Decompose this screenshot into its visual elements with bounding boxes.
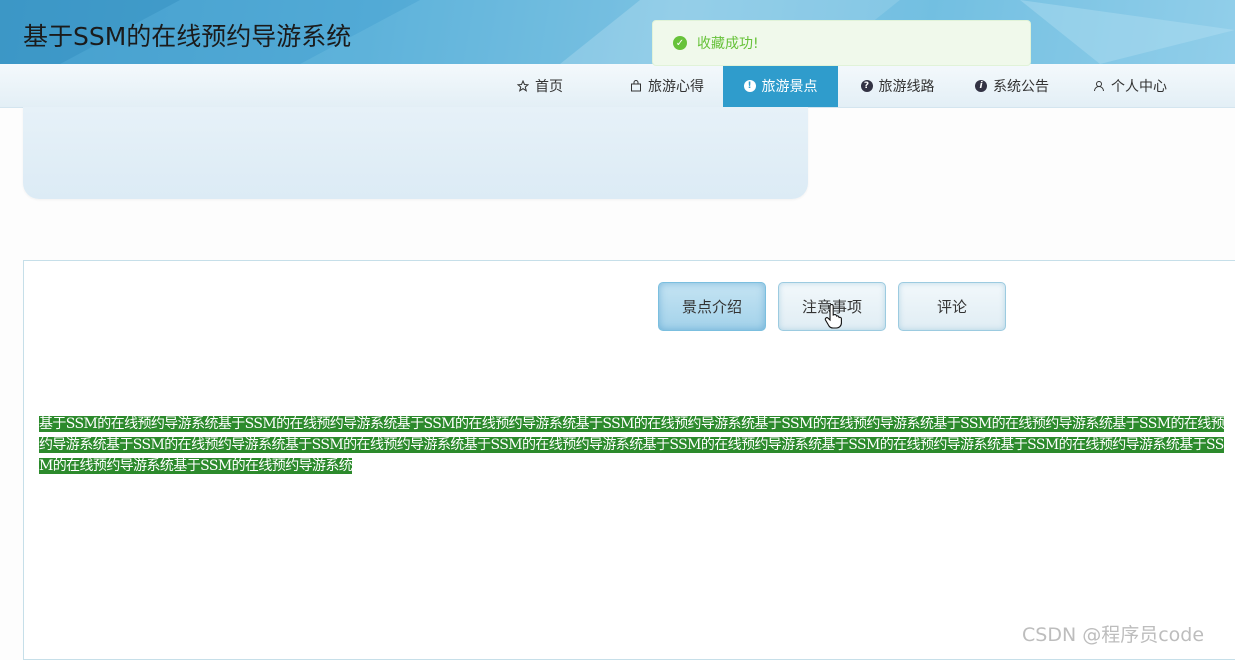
nav-item-travel-notes[interactable]: 旅游心得 [612, 64, 722, 107]
nav-item-user-center[interactable]: 个人中心 [1078, 64, 1182, 107]
info-circle-icon: i [975, 79, 987, 92]
bag-icon [630, 79, 642, 92]
selected-text: 基于SSM的在线预约导游系统基于SSM的在线预约导游系统基于SSM的在线预约导游… [39, 416, 1225, 474]
tab-introduction[interactable]: 景点介绍 [658, 282, 766, 331]
tab-label: 评论 [936, 298, 967, 316]
nav-item-announcements[interactable]: i 系统公告 [962, 64, 1062, 107]
user-icon [1093, 80, 1105, 92]
toast-message: 收藏成功! [697, 36, 759, 52]
alert-circle-icon: ! [743, 79, 756, 92]
banner-area [23, 107, 808, 199]
nav-item-label: 旅游景点 [761, 78, 818, 95]
success-toast: ✓ 收藏成功! [652, 20, 1031, 66]
nav-item-label: 个人中心 [1111, 78, 1167, 95]
main-nav: 首页 旅游心得 ! 旅游景点 ? 旅游线路 i 系统公告 个人中心 [0, 64, 1235, 108]
star-icon [517, 79, 529, 92]
tab-label: 景点介绍 [681, 298, 742, 316]
nav-item-label: 系统公告 [993, 78, 1049, 95]
nav-item-label: 旅游心得 [648, 78, 704, 95]
tab-comments[interactable]: 评论 [898, 282, 1006, 331]
nav-item-label: 首页 [535, 78, 563, 95]
nav-item-label: 旅游线路 [878, 78, 935, 95]
nav-item-attractions[interactable]: ! 旅游景点 [723, 64, 838, 107]
nav-item-home[interactable]: 首页 [500, 64, 580, 107]
nav-item-routes[interactable]: ? 旅游线路 [845, 64, 950, 107]
help-circle-icon: ? [860, 79, 873, 92]
check-circle-icon: ✓ [673, 36, 687, 50]
site-title: 基于SSM的在线预约导游系统 [23, 22, 352, 51]
attraction-description: 基于SSM的在线预约导游系统基于SSM的在线预约导游系统基于SSM的在线预约导游… [39, 414, 1235, 477]
watermark: CSDN @程序员code [1022, 624, 1205, 646]
site-header: 基于SSM的在线预约导游系统 [0, 0, 1235, 64]
hand-cursor-icon [824, 304, 842, 329]
